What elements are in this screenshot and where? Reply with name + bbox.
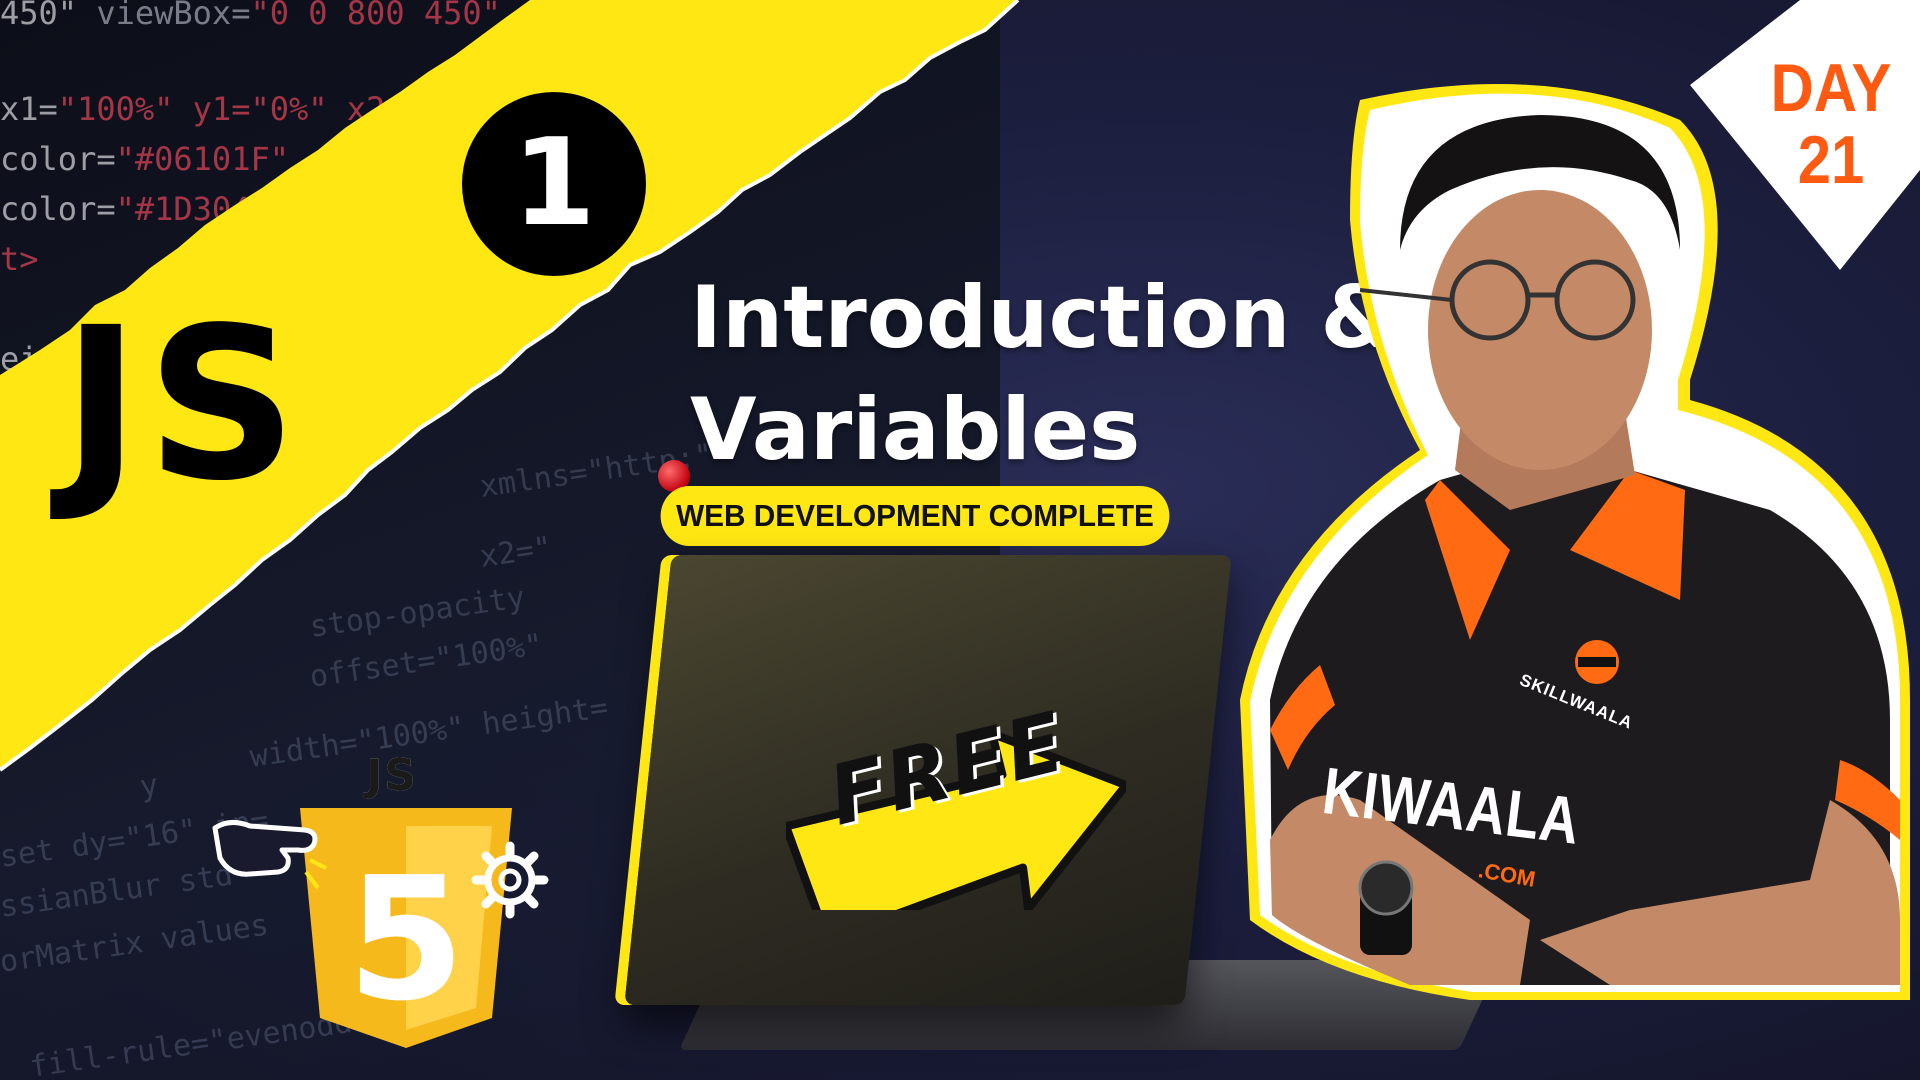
- js-logo-text: JS: [366, 750, 419, 801]
- course-label-pill: WEB DEVELOPMENT COMPLETE COURSE: [660, 486, 1170, 593]
- day-number: 21: [1797, 122, 1865, 198]
- html5-number: 5: [347, 841, 465, 1039]
- day-label: DAY: [1770, 50, 1892, 126]
- episode-number-badge: 1: [462, 92, 646, 276]
- js-heading: JS: [62, 282, 304, 527]
- day-badge: DAY 21: [1765, 52, 1897, 196]
- thumbnail-canvas: 450" viewBox="0 0 800 450" x1="100%" y1=…: [0, 0, 1920, 1080]
- pointing-hand-icon: [212, 820, 327, 890]
- gear-icon: [471, 841, 549, 919]
